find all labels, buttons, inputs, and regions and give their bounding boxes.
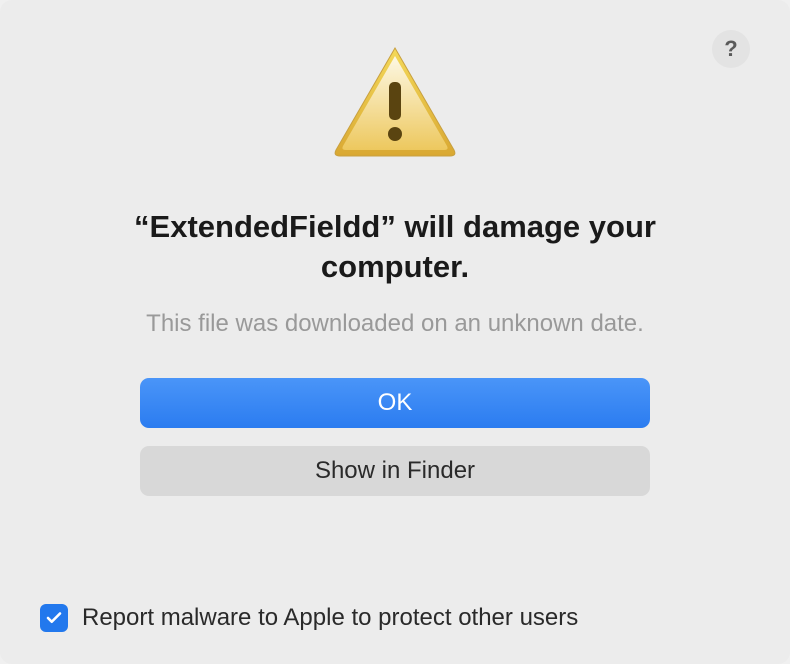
report-malware-row: Report malware to Apple to protect other… (40, 604, 578, 632)
dialog-title: “ExtendedFieldd” will damage your comput… (40, 207, 750, 288)
checkmark-icon (45, 609, 63, 627)
ok-button[interactable]: OK (140, 378, 650, 428)
help-button[interactable]: ? (712, 30, 750, 68)
report-malware-label: Report malware to Apple to protect other… (82, 604, 578, 632)
warning-icon (330, 42, 460, 167)
dialog-subtitle: This file was downloaded on an unknown d… (146, 310, 644, 338)
report-malware-checkbox[interactable] (40, 604, 68, 632)
help-icon: ? (724, 36, 737, 62)
show-in-finder-button[interactable]: Show in Finder (140, 446, 650, 496)
malware-warning-dialog: ? “ExtendedFieldd” will damage your comp… (0, 0, 790, 664)
button-group: OK Show in Finder (40, 378, 750, 496)
